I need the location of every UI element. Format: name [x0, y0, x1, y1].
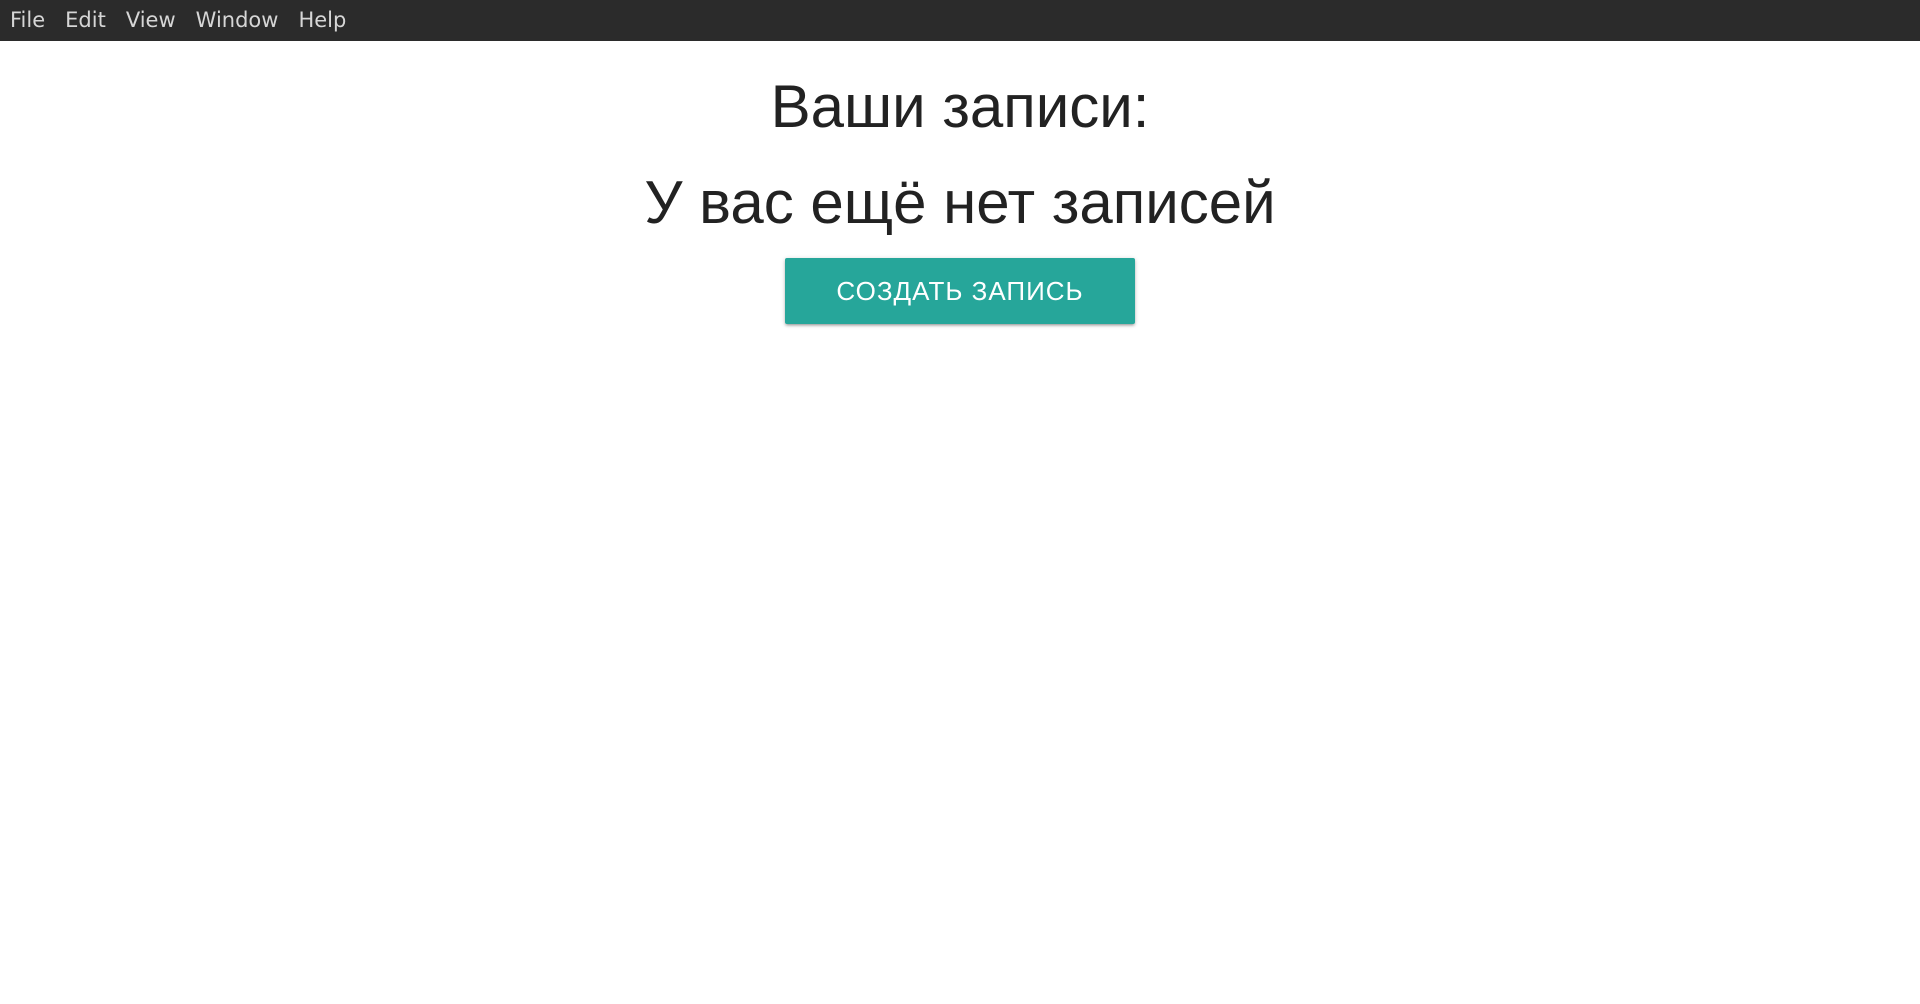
empty-state-message: У вас ещё нет записей: [644, 169, 1276, 236]
create-entry-button[interactable]: СОЗДАТЬ ЗАПИСЬ: [785, 258, 1135, 324]
menu-view[interactable]: View: [118, 0, 184, 41]
menu-window[interactable]: Window: [188, 0, 287, 41]
main-content: Ваши записи: У вас ещё нет записей СОЗДА…: [0, 41, 1920, 1004]
menu-edit[interactable]: Edit: [57, 0, 114, 41]
menu-file[interactable]: File: [2, 0, 53, 41]
menu-bar: File Edit View Window Help: [0, 0, 1920, 41]
page-title: Ваши записи:: [770, 73, 1150, 140]
menu-help[interactable]: Help: [290, 0, 354, 41]
